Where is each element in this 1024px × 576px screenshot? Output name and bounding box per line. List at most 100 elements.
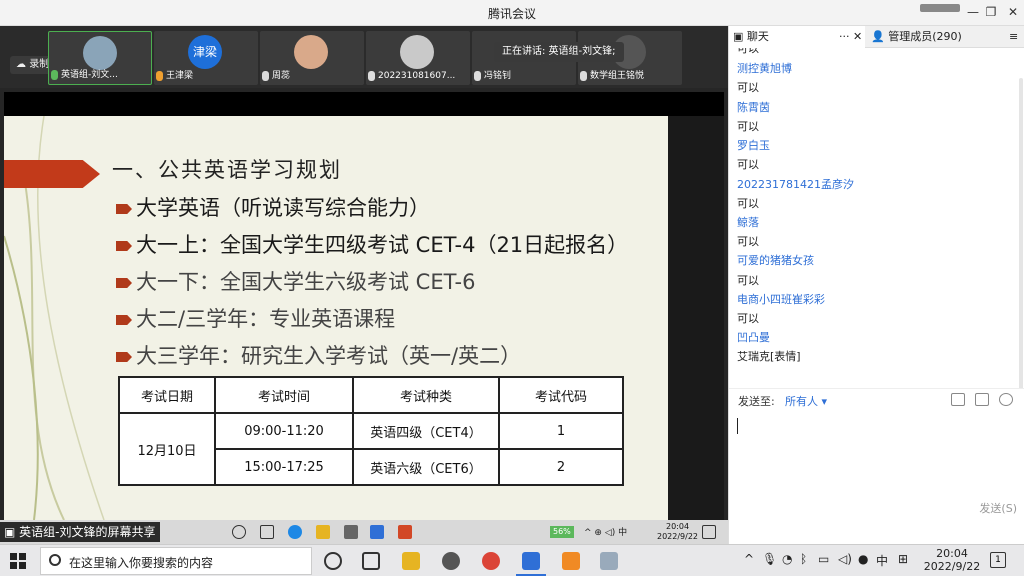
window-titlebar: 腾讯会议 — ❐ ✕ <box>0 0 1024 26</box>
table-cell: 英语六级（CET6） <box>352 448 500 486</box>
taskbar-search[interactable]: 在这里输入你要搜索的内容 <box>40 547 312 575</box>
heading-arrow <box>4 160 100 188</box>
chat-sender[interactable]: 可爱的猪猪女孩 <box>737 254 814 268</box>
participant-name: 英语组-刘文... <box>61 70 118 80</box>
mic-muted-icon <box>262 70 269 81</box>
tab-members[interactable]: 👤 管理成员(290) <box>867 26 1007 48</box>
participant-tile[interactable]: 英语组-刘文... <box>48 31 152 85</box>
bullet-item: 大三学年：研究生入学考试（英一/英二） <box>116 338 628 375</box>
bullet-list: 大学英语（听说读写综合能力） 大一上：全国大学生四级考试 CET-4（21日起报… <box>116 190 628 375</box>
table-header: 考试日期 <box>118 376 216 414</box>
windows-start-icon[interactable] <box>10 553 26 569</box>
maximize-button[interactable]: ❐ <box>980 2 1002 22</box>
chat-sender[interactable]: 测控黄旭博 <box>737 62 792 76</box>
chrome-icon[interactable] <box>482 552 500 570</box>
window-title: 腾讯会议 <box>487 7 536 21</box>
bullet-item: 大一下：全国大学生六级考试 CET-6 <box>116 264 628 301</box>
qq-icon[interactable]: ● <box>858 552 868 566</box>
tray-icons: ^ ⊕ ◁) 中 <box>584 528 628 538</box>
table-header: 考试种类 <box>352 376 500 414</box>
close-button[interactable]: ✕ <box>1002 2 1024 22</box>
text-caret <box>737 418 738 434</box>
screenshot-icon[interactable] <box>975 393 989 406</box>
bullet-arrow-icon <box>116 315 132 325</box>
chat-message: 可以 <box>737 312 759 325</box>
search-icon <box>49 554 61 566</box>
table-header-row: 考试日期 考试时间 考试种类 考试代码 <box>118 376 624 414</box>
participant-name: 202231081607... <box>378 71 456 81</box>
send-to-label: 发送至: <box>738 395 775 408</box>
participant-tile[interactable]: 津梁 王津梁 <box>154 31 258 85</box>
members-icon: 👤 <box>871 30 889 43</box>
chat-sender[interactable]: 鲸落 <box>737 216 759 230</box>
send-button[interactable]: 发送(S) <box>979 500 1017 516</box>
notification-center-icon[interactable]: 1 <box>990 552 1006 568</box>
windows-taskbar: 在这里输入你要搜索的内容 ^ 🎙 ◔ ᛒ ▭ ◁) ● 中 ⊞ 20:04 202… <box>0 544 1024 576</box>
avatar <box>400 35 434 69</box>
more-icon[interactable]: ··· <box>839 26 850 48</box>
tencent-meeting-icon[interactable] <box>522 552 540 570</box>
mic-icon <box>51 69 58 80</box>
battery-icon[interactable]: ▭ <box>818 552 829 566</box>
task-view-icon[interactable] <box>362 552 380 570</box>
chat-input[interactable]: 发送(S) <box>729 410 1024 520</box>
slide-heading: 一、公共英语学习规划 <box>112 158 342 182</box>
table-row: 12月10日 09:00-11:20 英语四级（CET4） 1 <box>118 412 624 486</box>
wifi-icon[interactable]: ◔ <box>782 552 792 566</box>
volume-icon[interactable]: ◁) <box>838 552 852 566</box>
participant-tile[interactable]: 周蕊 <box>260 31 364 85</box>
chat-message: 可以 <box>737 81 759 94</box>
participant-name: 王津梁 <box>166 71 194 81</box>
chat-message: 可以 <box>737 235 759 248</box>
bluetooth-icon[interactable]: ᛒ <box>800 552 807 566</box>
cortana-icon[interactable] <box>324 552 342 570</box>
screen-share-label[interactable]: ▣ 英语组-刘文锋的屏幕共享 <box>0 522 160 542</box>
ime-indicator[interactable]: 中 <box>876 552 888 569</box>
user-icon <box>156 70 163 81</box>
app-icon[interactable] <box>600 552 618 570</box>
chat-message: 可以 <box>737 120 759 133</box>
file-icon[interactable] <box>951 393 965 406</box>
bullet-item: 大二/三学年：专业英语课程 <box>116 301 628 338</box>
close-chat-icon[interactable]: ✕ <box>853 26 862 48</box>
participant-tile[interactable]: 202231081607... <box>366 31 470 85</box>
chat-sender[interactable]: 陈霄茵 <box>737 101 770 115</box>
file-explorer-icon[interactable] <box>402 552 420 570</box>
keyboard-icon[interactable]: ⊞ <box>898 552 908 566</box>
chat-sender[interactable]: 凹凸曼 <box>737 331 770 345</box>
user-settings-icon[interactable] <box>999 393 1013 406</box>
tab-chat[interactable]: ▣ 聊天 ··· ✕ <box>729 26 865 48</box>
chat-sender[interactable]: 202231781421孟彦汐 <box>737 178 854 192</box>
screen-share-icon: ▣ <box>4 525 20 539</box>
notification-icon <box>702 525 716 539</box>
chat-icon: ▣ <box>733 30 747 43</box>
chat-message-list[interactable]: 可以 测控黄旭博 可以 陈霄茵 可以 罗白玉 可以 202231781421孟彦… <box>729 48 1024 388</box>
microphone-icon[interactable]: 🎙 <box>762 552 777 566</box>
chat-scrollbar[interactable] <box>1019 78 1023 388</box>
table-cell: 15:00-17:25 <box>214 448 354 486</box>
table-header: 考试代码 <box>498 376 624 414</box>
mic-muted-icon <box>474 70 481 81</box>
slide-letterbox <box>668 116 724 520</box>
chat-message: 可以 <box>737 197 759 210</box>
panel-menu-icon[interactable]: ≡ <box>1009 26 1024 48</box>
chat-sender[interactable]: 罗白玉 <box>737 139 770 153</box>
table-cell: 09:00-11:20 <box>214 412 354 450</box>
speaking-indicator: 正在讲话: 英语组-刘文锋; <box>494 42 624 62</box>
app-icon[interactable] <box>562 552 580 570</box>
app-icon <box>344 525 358 539</box>
send-to-dropdown[interactable]: 所有人 ▾ <box>785 393 827 409</box>
chat-sender[interactable]: 电商小四班崔彩彩 <box>737 293 825 307</box>
settings-gear-icon[interactable] <box>442 552 460 570</box>
taskbar-clock[interactable]: 20:04 2022/9/22 <box>920 547 984 573</box>
send-to-bar: 发送至: 所有人 ▾ <box>729 388 1024 410</box>
chat-panel: ▣ 聊天 ··· ✕ 👤 管理成员(290) ≡ 可以 测控黄旭博 可以 陈霄茵… <box>728 26 1024 544</box>
mic-muted-icon <box>368 70 375 81</box>
shared-clock: 20:04 2022/9/22 <box>657 522 699 541</box>
search-placeholder: 在这里输入你要搜索的内容 <box>69 556 214 570</box>
exam-table: 考试日期 考试时间 考试种类 考试代码 12月10日 09:00-11:20 英… <box>118 376 624 486</box>
tray-overflow-icon[interactable]: ^ <box>744 552 754 566</box>
panel-tabs: ▣ 聊天 ··· ✕ 👤 管理成员(290) ≡ <box>729 26 1024 48</box>
table-cell: 2 <box>498 448 624 486</box>
chat-message: 艾瑞克[表情] <box>737 350 801 363</box>
